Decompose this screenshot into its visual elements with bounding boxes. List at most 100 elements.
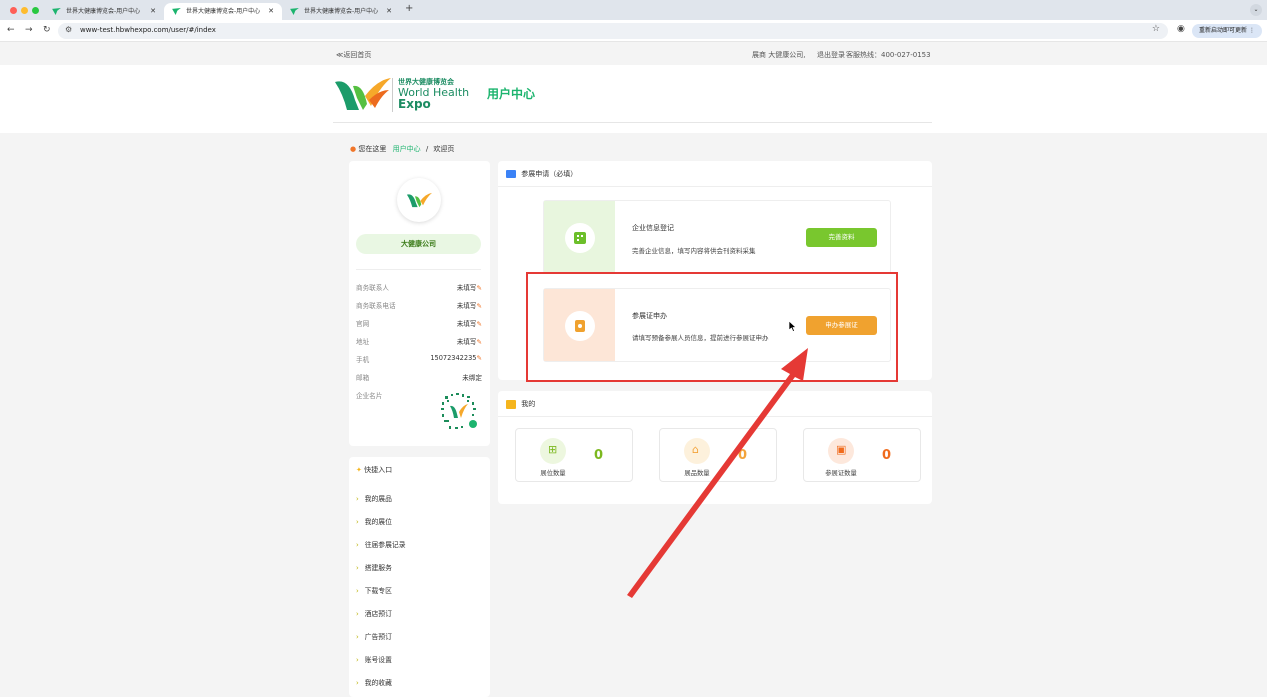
chevron-right-icon: ›: [356, 541, 359, 549]
quick-links-title: 快捷入口: [364, 466, 393, 474]
field-value: 未填写: [456, 302, 477, 310]
exhibit-count-label: 展品数量: [684, 470, 710, 477]
task-title: 企业信息登记: [632, 224, 674, 232]
field-label: 手机: [356, 356, 370, 364]
browser-tab-active[interactable]: 世界大健康博览会-用户中心 ✕: [164, 3, 282, 20]
task-description: 完善企业信息，填写内容将供会刊资料采集: [632, 247, 756, 255]
quick-link-account-settings[interactable]: › 账号设置: [356, 654, 392, 664]
task-icon-circle: [565, 223, 595, 253]
hotline-text: 客服热线：400-027-0153: [846, 51, 931, 59]
forward-icon[interactable]: →: [25, 25, 33, 35]
url-text: www-test.hbwhexpo.com/user/#/index: [80, 26, 216, 34]
quick-link-past-records[interactable]: › 往届参展记录: [356, 539, 406, 549]
stat-exhibit-count[interactable]: ⌂ 0 展品数量: [659, 428, 777, 482]
quick-link-favorites[interactable]: › 我的收藏: [356, 677, 392, 687]
highlight-box: [526, 272, 898, 382]
field-value: 15072342235: [430, 354, 477, 362]
edit-pencil-icon[interactable]: ✎: [476, 302, 482, 310]
minimize-window-icon[interactable]: [21, 7, 28, 14]
restart-update-button[interactable]: 重新启动即可更新 ⋮: [1192, 24, 1262, 38]
quick-link-hotel[interactable]: › 酒店预订: [356, 608, 392, 618]
site-header: 世界大健康博览会 World Health Expo 用户中心: [0, 65, 1267, 133]
business-card-qr-icon[interactable]: [437, 390, 480, 433]
tab-title: 世界大健康博览会-用户中心: [304, 8, 379, 15]
quick-link-label: 我的展位: [364, 518, 392, 526]
booth-count-label: 展位数量: [540, 470, 566, 477]
chevron-right-icon: ›: [356, 633, 359, 641]
profile-icon[interactable]: ◉: [1177, 24, 1185, 34]
site-info-icon[interactable]: ⚙: [65, 25, 72, 34]
edit-pencil-icon[interactable]: ✎: [476, 338, 482, 346]
mine-header: 我的: [506, 399, 535, 409]
back-icon[interactable]: ←: [7, 25, 15, 35]
chevron-right-icon: ›: [356, 610, 359, 618]
stat-badge-count[interactable]: ▣ 0 参展证数量: [803, 428, 921, 482]
field-value: 未填写: [456, 320, 477, 328]
edit-pencil-icon[interactable]: ✎: [476, 354, 482, 362]
basket-icon: ⌂: [684, 438, 710, 464]
field-label: 官网: [356, 320, 370, 328]
breadcrumb-current-page: 欢迎页: [433, 145, 455, 153]
back-home-link[interactable]: ≪返回首页: [336, 50, 371, 60]
quick-link-label: 我的展品: [364, 495, 392, 503]
badge-count-value: 0: [882, 448, 892, 463]
edit-pencil-icon[interactable]: ✎: [476, 320, 482, 328]
account-text: 展商 大健康公司,: [752, 51, 806, 59]
browser-toolbar: ← → ↻ ⚙ www-test.hbwhexpo.com/user/#/ind…: [0, 20, 1267, 42]
reload-icon[interactable]: ↻: [43, 25, 51, 35]
tab-search-icon[interactable]: ⌄: [1250, 4, 1262, 16]
breadcrumb-prefix: 您在这里: [358, 145, 387, 153]
field-value: 未填写: [456, 284, 477, 292]
field-value: 未绑定: [462, 374, 482, 382]
browser-tab[interactable]: 世界大健康博览会-用户中心 ✕: [282, 3, 400, 20]
mouse-cursor-icon: [789, 321, 797, 332]
company-name-badge: 大健康公司: [356, 234, 481, 254]
mine-title: 我的: [521, 400, 536, 408]
stat-booth-count[interactable]: ⊞ 0 展位数量: [515, 428, 633, 482]
breadcrumb: ● 您在这里 用户中心 / 欢迎页: [350, 144, 454, 154]
expo-logo-icon[interactable]: [333, 76, 391, 112]
close-tab-icon[interactable]: ✕: [150, 3, 156, 20]
logout-link[interactable]: 退出登录: [817, 50, 845, 60]
building-icon: [574, 232, 586, 244]
logo-expo-text: Expo: [398, 97, 431, 111]
complete-info-button[interactable]: 完善资料: [806, 228, 877, 247]
exhibit-count-value: 0: [738, 448, 748, 463]
field-label: 商务联系电话: [356, 302, 396, 310]
maximize-window-icon[interactable]: [32, 7, 39, 14]
page-section-title: 用户中心: [487, 87, 536, 101]
booth-icon: ⊞: [540, 438, 566, 464]
bookmark-star-icon[interactable]: ☆: [1152, 24, 1160, 34]
avatar: [397, 178, 441, 222]
quick-link-my-exhibits[interactable]: › 我的展品: [356, 493, 392, 503]
tab-favicon-icon: [172, 8, 181, 15]
close-window-icon[interactable]: [10, 7, 17, 14]
new-tab-icon[interactable]: +: [405, 3, 413, 14]
tab-favicon-icon: [52, 8, 61, 15]
tab-title: 世界大健康博览会-用户中心: [186, 8, 261, 15]
chevron-right-icon: ›: [356, 587, 359, 595]
quick-link-label: 广告预订: [364, 633, 392, 641]
address-bar[interactable]: ⚙ www-test.hbwhexpo.com/user/#/index ☆: [58, 23, 1168, 39]
quick-link-label: 我的收藏: [364, 679, 392, 687]
close-tab-icon[interactable]: ✕: [386, 3, 392, 20]
quick-link-label: 账号设置: [364, 656, 392, 664]
task-icon-panel: [544, 201, 615, 273]
browser-tab-bar: 世界大健康博览会-用户中心 ✕ 世界大健康博览会-用户中心 ✕ 世界大健康博览会…: [0, 0, 1267, 20]
list-icon: [506, 170, 516, 178]
quick-link-build-service[interactable]: › 搭建服务: [356, 562, 392, 572]
chevron-right-icon: ›: [356, 518, 359, 526]
card-divider: [498, 416, 932, 417]
quick-link-advertising[interactable]: › 广告预订: [356, 631, 392, 641]
edit-pencil-icon[interactable]: ✎: [476, 284, 482, 292]
quick-link-downloads[interactable]: › 下载专区: [356, 585, 392, 595]
quick-link-label: 酒店预订: [364, 610, 392, 618]
close-tab-icon[interactable]: ✕: [268, 3, 274, 20]
quick-link-label: 搭建服务: [364, 564, 392, 572]
badge-count-label: 参展证数量: [825, 470, 857, 477]
company-logo-icon: [406, 192, 432, 208]
field-label: 邮箱: [356, 374, 370, 382]
browser-tab[interactable]: 世界大健康博览会-用户中心 ✕: [44, 3, 164, 20]
breadcrumb-user-center[interactable]: 用户中心: [393, 145, 421, 153]
quick-link-my-booth[interactable]: › 我的展位: [356, 516, 392, 526]
